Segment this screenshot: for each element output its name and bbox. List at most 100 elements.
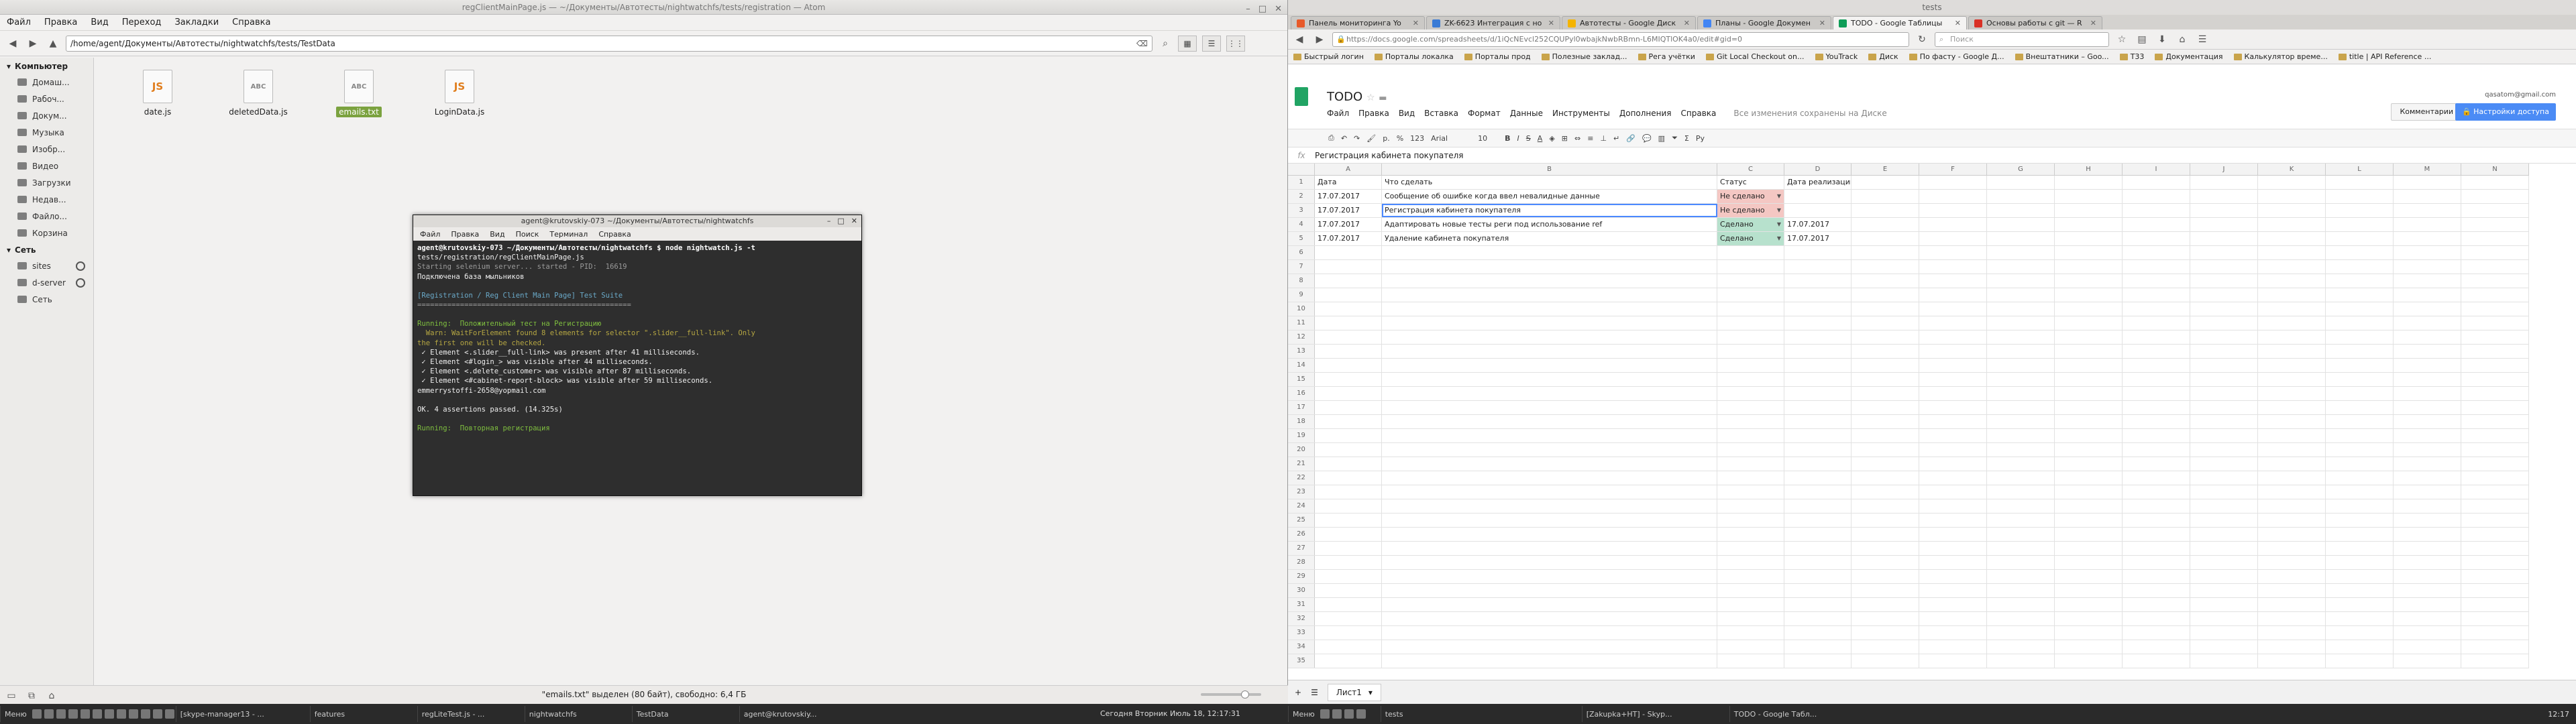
row-header[interactable]: 30 [1288, 584, 1315, 597]
cell[interactable] [2326, 288, 2394, 302]
cell[interactable] [2461, 626, 2529, 640]
browser-tab[interactable]: Автотесты - Google Диск ✕ [1562, 16, 1696, 29]
cell[interactable] [2258, 556, 2326, 569]
bookmark-item[interactable]: Внештатники – Goo... [2015, 52, 2109, 61]
terminal-menu-help[interactable]: Справка [598, 230, 631, 239]
cell[interactable] [1919, 471, 1987, 485]
terminal-menu-search[interactable]: Поиск [516, 230, 539, 239]
cell[interactable] [2190, 359, 2258, 372]
cell[interactable] [1987, 598, 2055, 611]
cell[interactable] [2461, 190, 2529, 203]
cell[interactable] [1315, 359, 1382, 372]
column-header[interactable]: E [1851, 164, 1919, 175]
cell[interactable] [1784, 640, 1851, 654]
column-header[interactable]: F [1919, 164, 1987, 175]
cell[interactable] [1784, 471, 1851, 485]
cell[interactable] [2123, 345, 2190, 358]
row-header[interactable]: 17 [1288, 401, 1315, 414]
launcher-icon[interactable] [128, 709, 138, 719]
sidebar-item-network[interactable]: Сеть [0, 291, 93, 308]
cell[interactable] [1987, 457, 2055, 471]
cell[interactable] [1987, 302, 2055, 316]
cell[interactable] [1987, 316, 2055, 330]
cell[interactable] [1784, 274, 1851, 288]
cell[interactable] [2258, 514, 2326, 527]
dropdown-arrow-icon[interactable]: ▼ [1777, 232, 1781, 245]
align-icon[interactable]: ≡ [1587, 134, 1593, 143]
browser-tab[interactable]: TODO - Google Таблицы ✕ [1833, 16, 1967, 29]
cell[interactable] [1851, 654, 1919, 668]
cell[interactable] [1717, 387, 1784, 400]
cell[interactable] [2461, 330, 2529, 344]
close-tab-icon[interactable]: ✕ [1684, 19, 1690, 27]
cell[interactable] [2461, 274, 2529, 288]
sidebar-item-trash[interactable]: Корзина [0, 225, 93, 241]
row-header[interactable]: 25 [1288, 514, 1315, 527]
cell[interactable] [1717, 415, 1784, 428]
cell[interactable] [1717, 556, 1784, 569]
cell[interactable] [1851, 626, 1919, 640]
cell[interactable] [2326, 556, 2394, 569]
cell[interactable] [2326, 176, 2394, 189]
cell[interactable] [2394, 232, 2461, 245]
forward-icon[interactable]: ▶ [25, 36, 40, 51]
cell[interactable] [1382, 345, 1717, 358]
cell[interactable] [1851, 584, 1919, 597]
row-header[interactable]: 27 [1288, 542, 1315, 555]
close-tab-icon[interactable]: ✕ [2090, 19, 2096, 27]
minimize-icon[interactable]: – [1246, 2, 1250, 17]
column-header[interactable]: G [1987, 164, 2055, 175]
terminal-menu-file[interactable]: Файл [420, 230, 440, 239]
cell[interactable] [2394, 218, 2461, 231]
cell[interactable] [1987, 415, 2055, 428]
cell[interactable] [2326, 190, 2394, 203]
cell[interactable] [2258, 640, 2326, 654]
cell[interactable] [1919, 232, 1987, 245]
cell[interactable] [1987, 288, 2055, 302]
url-bar[interactable]: 🔒 https://docs.google.com/spreadsheets/d… [1332, 32, 1909, 47]
cell[interactable] [1919, 415, 1987, 428]
cell[interactable] [1717, 471, 1784, 485]
fill-color-icon[interactable]: ◈ [1549, 134, 1554, 143]
cell[interactable] [1919, 246, 1987, 259]
cell[interactable] [2055, 246, 2123, 259]
cell[interactable] [2055, 373, 2123, 386]
text-color-icon[interactable]: A [1538, 134, 1543, 143]
cell[interactable] [1851, 457, 1919, 471]
all-sheets-icon[interactable]: ☰ [1311, 688, 1318, 697]
cell[interactable] [2123, 190, 2190, 203]
cell[interactable] [1784, 626, 1851, 640]
cell[interactable] [2394, 556, 2461, 569]
folder-icon[interactable]: ▬ [1379, 93, 1387, 103]
cell[interactable] [1851, 387, 1919, 400]
cell[interactable] [2055, 302, 2123, 316]
cell[interactable] [1382, 246, 1717, 259]
cell[interactable] [1315, 345, 1382, 358]
cell[interactable] [2326, 542, 2394, 555]
italic-icon[interactable]: I [1517, 134, 1519, 143]
row-header[interactable]: 3 [1288, 204, 1315, 217]
cell[interactable] [2461, 570, 2529, 583]
cell[interactable] [1987, 626, 2055, 640]
cell[interactable] [2055, 218, 2123, 231]
redo-icon[interactable]: ↷ [1354, 134, 1360, 143]
cell[interactable] [2461, 345, 2529, 358]
cell[interactable] [2394, 316, 2461, 330]
cell[interactable] [1315, 429, 1382, 442]
cell[interactable] [1315, 598, 1382, 611]
row-header[interactable]: 14 [1288, 359, 1315, 372]
dropdown-arrow-icon[interactable]: ▼ [1777, 190, 1781, 203]
cell[interactable] [1851, 359, 1919, 372]
cell[interactable] [2123, 542, 2190, 555]
cell[interactable] [1784, 542, 1851, 555]
cell[interactable] [2394, 429, 2461, 442]
cell[interactable] [1851, 443, 1919, 457]
eject-icon[interactable] [76, 261, 85, 271]
cell[interactable] [1382, 499, 1717, 513]
cell[interactable] [1987, 232, 2055, 245]
cell[interactable] [2461, 499, 2529, 513]
cell[interactable] [1315, 415, 1382, 428]
cell[interactable] [1851, 232, 1919, 245]
cell[interactable] [1919, 443, 1987, 457]
cell[interactable] [2461, 485, 2529, 499]
